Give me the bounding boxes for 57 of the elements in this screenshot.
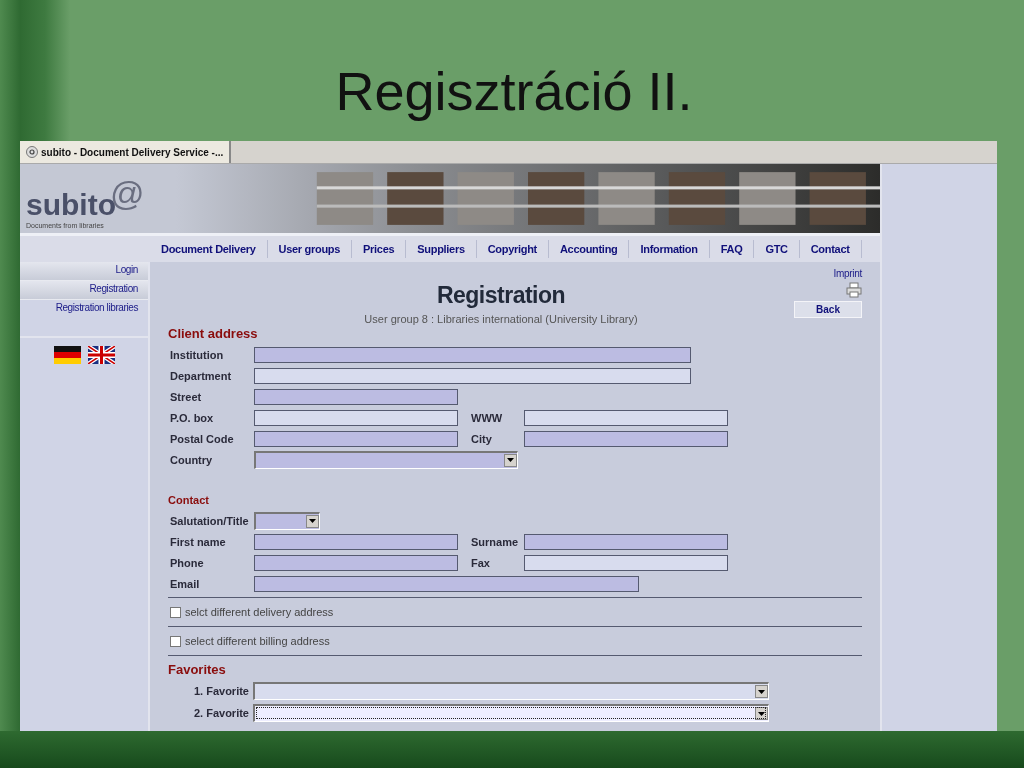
field-label: Street: [169, 390, 203, 403]
nav-link[interactable]: Information: [629, 240, 710, 258]
checkbox-label: selct different delivery address: [185, 606, 334, 618]
input-field[interactable]: [524, 554, 728, 571]
print-icon[interactable]: [846, 282, 862, 298]
nav-link[interactable]: User groups: [267, 240, 353, 258]
field-label: Salutation/Title: [169, 514, 250, 527]
sidebar-link[interactable]: Login: [20, 262, 148, 281]
field-label: 1. Favorite: [192, 685, 249, 697]
field-label: Phone: [169, 556, 205, 569]
input-field[interactable]: [254, 533, 458, 550]
german-flag-icon[interactable]: [53, 346, 81, 364]
field-label: 2. Favorite: [192, 707, 249, 719]
uk-flag-icon[interactable]: [87, 346, 115, 364]
input-field[interactable]: [254, 430, 458, 447]
input-field[interactable]: [254, 554, 458, 571]
field-label: P.O. box: [169, 411, 215, 424]
nav-link[interactable]: Prices: [352, 240, 407, 258]
sidebar-link[interactable]: Registration: [20, 281, 148, 300]
nav-link[interactable]: FAQ: [709, 240, 755, 258]
input-field[interactable]: [254, 409, 458, 426]
nav-link[interactable]: Copyright: [476, 240, 549, 258]
nav-link[interactable]: GTC: [754, 240, 800, 258]
field-label: First name: [169, 535, 227, 548]
field-label: Email: [169, 577, 201, 590]
field-label: Country: [169, 453, 214, 466]
field-label: Institution: [169, 348, 225, 361]
browser-tab[interactable]: subito - Document Delivery Service -...: [20, 141, 232, 163]
field-label: WWW: [471, 411, 504, 424]
input-field[interactable]: [254, 367, 691, 384]
checkbox[interactable]: [170, 606, 181, 618]
nav-link[interactable]: Suppliers: [406, 240, 477, 258]
dropdown[interactable]: [253, 704, 769, 722]
field-label: Surname: [471, 535, 520, 548]
input-field[interactable]: [254, 388, 458, 405]
section-title: Contact: [168, 494, 210, 506]
field-label: Postal Code: [169, 432, 235, 445]
input-field[interactable]: [254, 575, 639, 592]
input-field[interactable]: [254, 346, 691, 363]
checkbox[interactable]: [170, 635, 181, 647]
nav-link[interactable]: Document Delivery: [150, 240, 268, 258]
field-label: Department: [169, 369, 233, 382]
section-title: Favorites: [168, 662, 227, 677]
field-label: City: [471, 432, 493, 445]
input-field[interactable]: [524, 533, 728, 550]
back-button[interactable]: Back: [794, 301, 862, 318]
section-title: Client address: [168, 326, 259, 341]
checkbox-label: select different billing address: [185, 635, 330, 647]
input-field[interactable]: [524, 409, 728, 426]
sidebar-link[interactable]: Registration libraries: [20, 300, 148, 318]
nav-link[interactable]: Accounting: [548, 240, 630, 258]
page-heading: Registration: [436, 282, 566, 309]
nav-link[interactable]: Contact: [799, 240, 862, 258]
field-label: Fax: [471, 556, 491, 569]
imprint-link[interactable]: Imprint: [833, 268, 862, 279]
input-field[interactable]: [524, 430, 728, 447]
user-group-text: User group 8 : Libraries international (University Library): [364, 313, 638, 325]
